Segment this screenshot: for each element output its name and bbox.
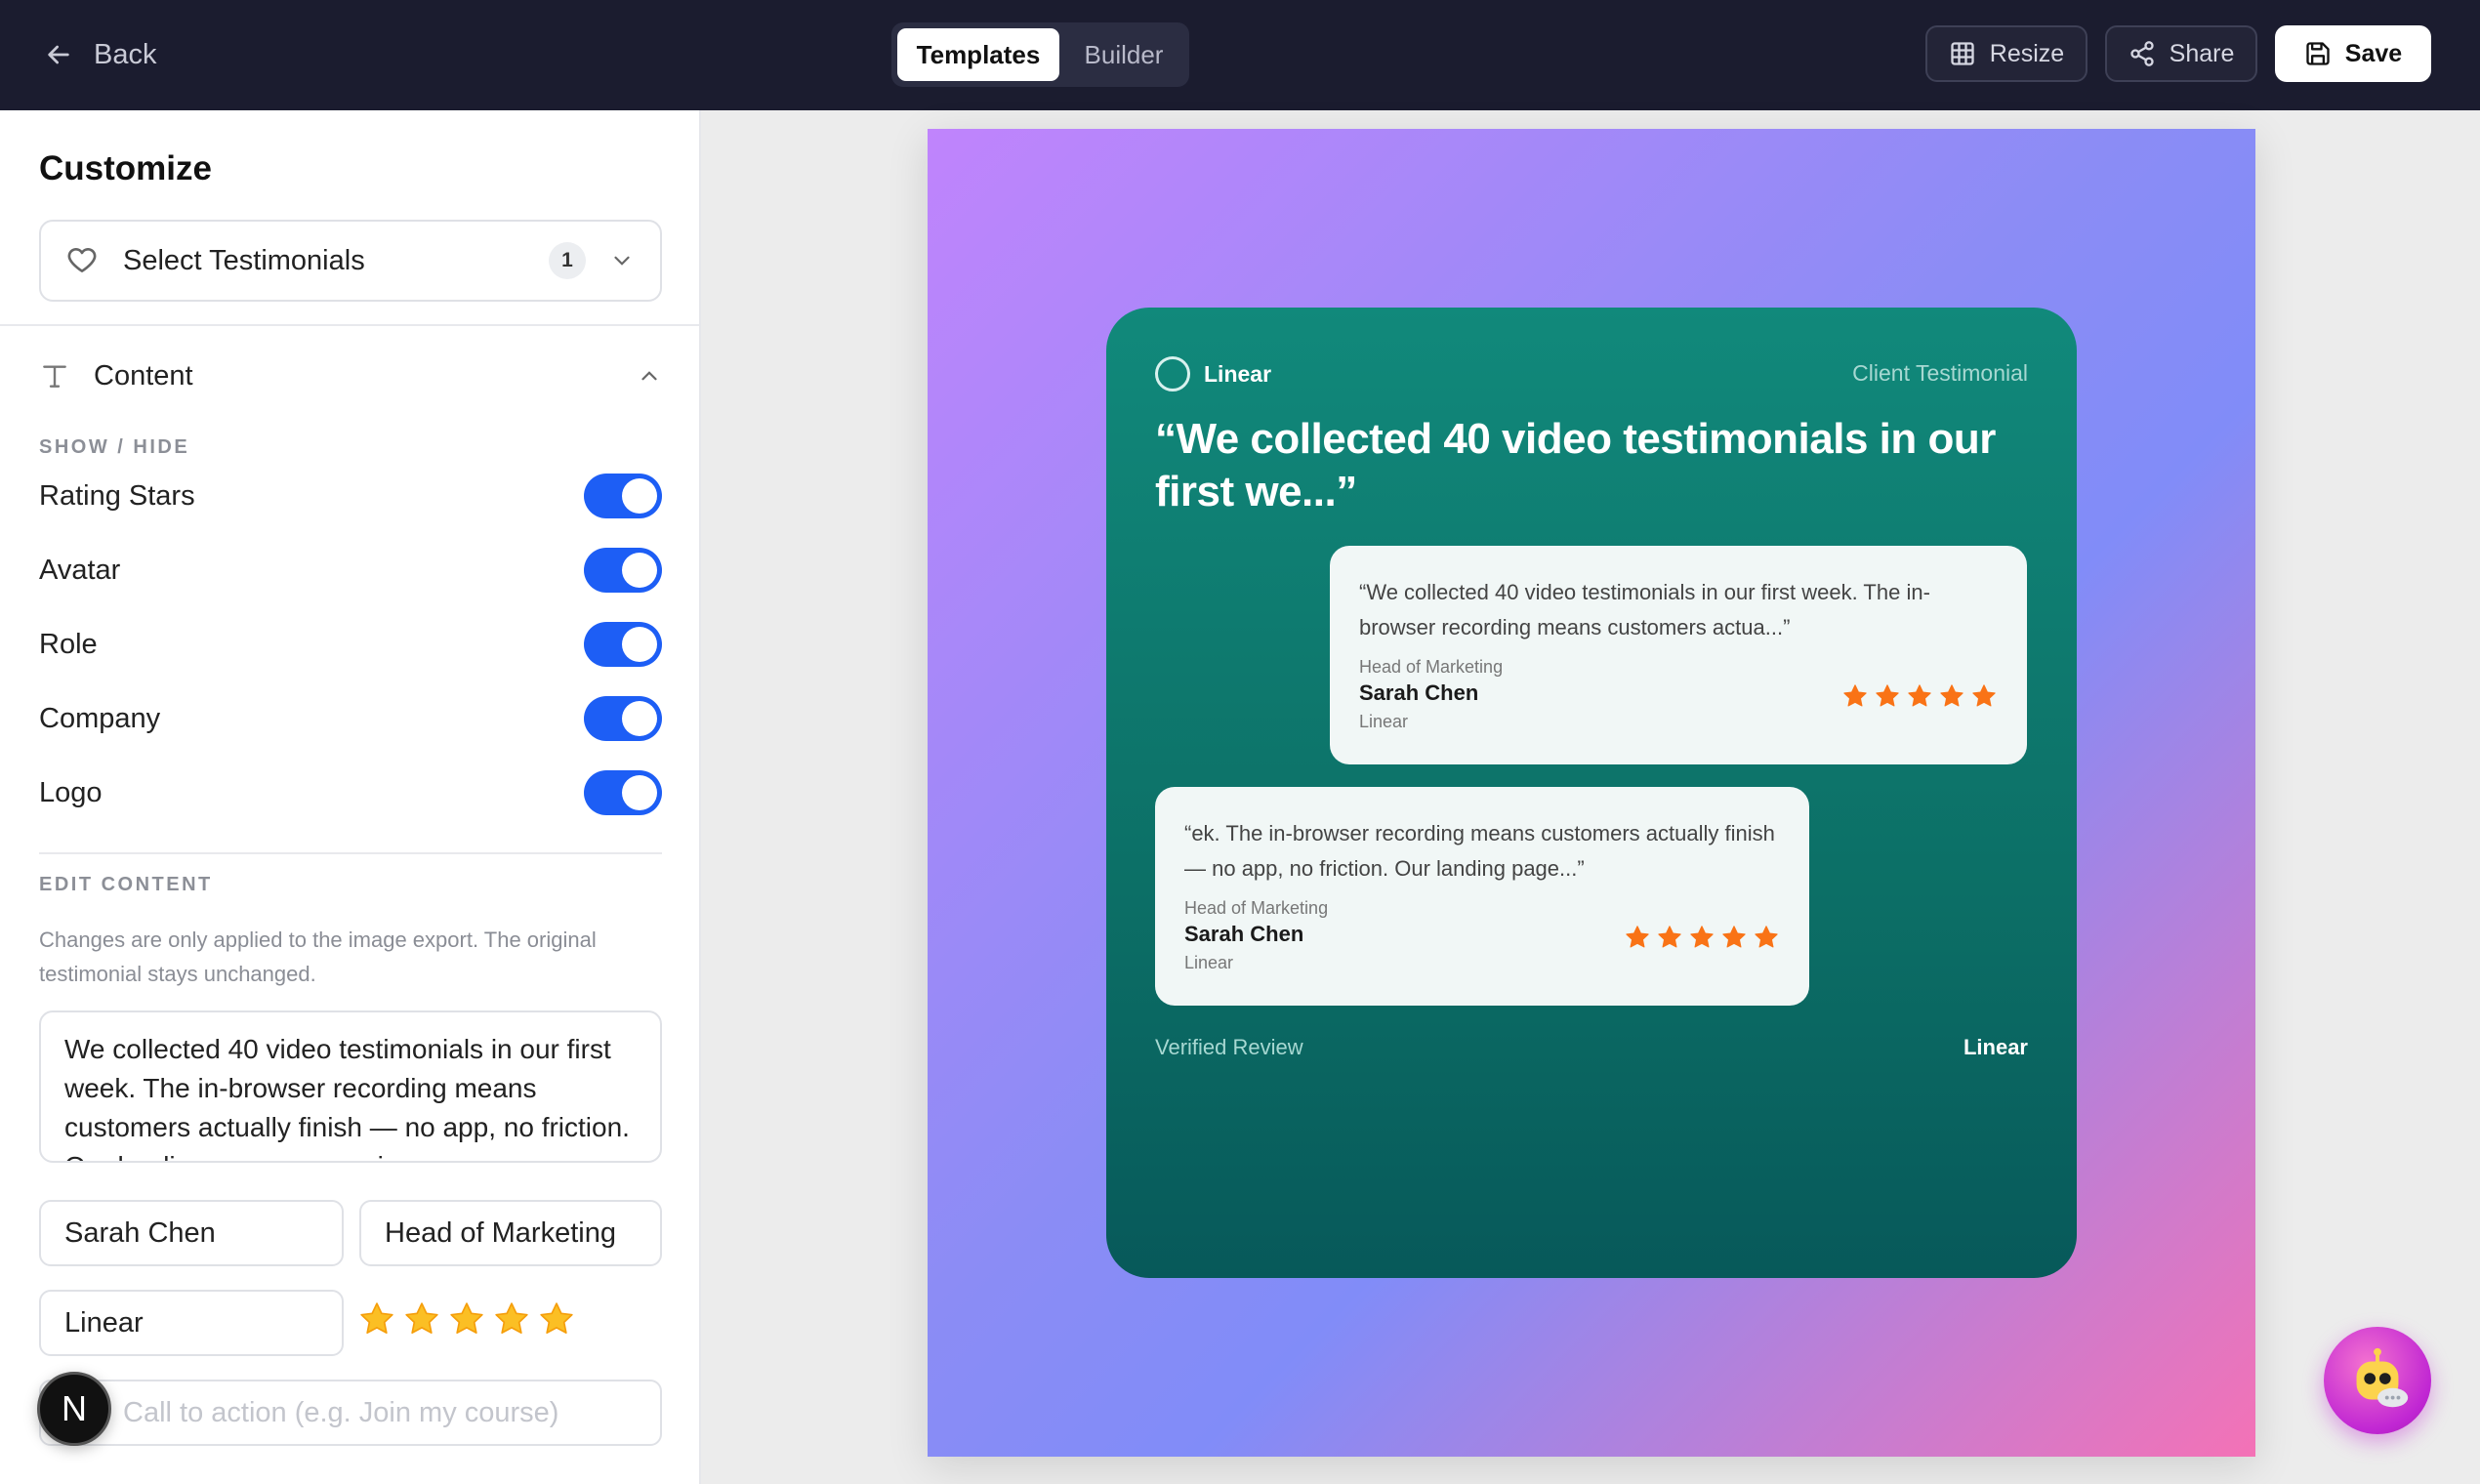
toggle-label: Avatar	[39, 554, 121, 586]
role-toggle[interactable]	[584, 622, 662, 667]
star-icon	[1690, 926, 1714, 948]
company-field[interactable]: Linear	[39, 1290, 344, 1356]
bubble-company: Linear	[1359, 712, 1409, 731]
tab-templates[interactable]: Templates	[897, 28, 1059, 81]
divider	[0, 324, 699, 326]
role-field[interactable]: Head of Marketing	[359, 1200, 662, 1266]
share-button[interactable]: Share	[2105, 25, 2257, 82]
save-button[interactable]: Save	[2275, 25, 2431, 82]
text-type-icon	[43, 365, 66, 388]
testimonial-text-area[interactable]: We collected 40 video testimonials in ou…	[39, 1010, 662, 1163]
toggle-label: Role	[39, 628, 98, 660]
star-icon	[1722, 926, 1746, 948]
select-testimonials-dropdown[interactable]: Select Testimonials 1	[39, 220, 662, 302]
toggle-row-role: Role	[39, 620, 662, 669]
star-icon[interactable]	[537, 1299, 576, 1339]
save-label: Save	[2344, 39, 2403, 67]
share-icon	[2129, 41, 2154, 66]
star-icon	[1940, 684, 1963, 707]
edit-content-help-text: Changes are only applied to the image ex…	[39, 928, 597, 986]
edit-content-heading: EDIT CONTENT	[39, 874, 213, 895]
view-switcher: Templates Builder	[891, 22, 1189, 87]
star-icon[interactable]	[402, 1299, 441, 1339]
avatar-toggle[interactable]	[584, 548, 662, 593]
bubble-role: Head of Marketing	[1359, 657, 1504, 677]
bubble-rating-stars	[1841, 682, 1998, 710]
assistant-chat-button[interactable]	[2324, 1327, 2431, 1434]
tab-builder[interactable]: Builder	[1063, 28, 1184, 81]
share-label: Share	[2169, 39, 2235, 67]
card-headline: “We collected 40 video testimonials in o…	[1155, 415, 1996, 515]
content-section-header[interactable]: Content	[39, 349, 662, 403]
toggle-label: Rating Stars	[39, 479, 195, 512]
customize-sidebar: Customize Select Testimonials 1 Content …	[0, 110, 701, 1484]
toggle-label: Company	[39, 702, 161, 734]
client-testimonial-label: Client Testimonial	[1852, 360, 2028, 386]
bubble-quote: “We collected 40 video testimonials in o…	[1359, 580, 1930, 639]
bubble-role: Head of Marketing	[1184, 898, 1329, 918]
call-to-action-field[interactable]: Call to action (e.g. Join my course)	[39, 1380, 662, 1446]
star-icon	[1626, 926, 1649, 948]
bubble-name: Sarah Chen	[1184, 922, 1304, 946]
back-button[interactable]: Back	[43, 31, 156, 78]
star-icon	[1843, 684, 1867, 707]
bubble-name: Sarah Chen	[1359, 680, 1479, 705]
resize-label: Resize	[1989, 39, 2065, 67]
star-icon[interactable]	[357, 1299, 396, 1339]
toggle-row-logo: Logo	[39, 768, 662, 817]
heart-icon	[67, 248, 97, 272]
top-bar: Back Templates Builder Resize Share Save	[0, 0, 2480, 110]
avatar-initial-badge[interactable]: N	[37, 1372, 111, 1446]
arrow-left-icon	[48, 45, 69, 64]
sidebar-title: Customize	[39, 149, 212, 187]
testimonial-bubble: “ek. The in-browser recording means cust…	[1155, 787, 1809, 1006]
star-icon	[1755, 926, 1778, 948]
card-footer-brand: Linear	[1963, 1035, 2028, 1059]
floppy-disk-icon	[2306, 42, 2330, 65]
logo-toggle[interactable]	[584, 770, 662, 815]
company-toggle[interactable]	[584, 696, 662, 741]
brand-name: Linear	[1204, 360, 1272, 387]
testimonial-card: Linear Client Testimonial “We collected …	[1106, 308, 2077, 1278]
verified-review-label: Verified Review	[1155, 1035, 1303, 1059]
bubble-company: Linear	[1184, 953, 1234, 972]
star-icon[interactable]	[492, 1299, 531, 1339]
star-icon	[1972, 684, 1996, 707]
rating-stars-toggle[interactable]	[584, 474, 662, 518]
grid-icon	[1951, 42, 1974, 65]
selected-count-badge: 1	[549, 242, 586, 279]
bubble-rating-stars	[1624, 924, 1780, 951]
toggle-row-avatar: Avatar	[39, 546, 662, 595]
divider	[39, 852, 662, 854]
show-hide-heading: SHOW / HIDE	[39, 436, 190, 458]
brand-logo-icon	[1155, 356, 1190, 392]
toggle-row-company: Company	[39, 694, 662, 743]
content-section-label: Content	[94, 359, 193, 392]
toggle-row-rating-stars: Rating Stars	[39, 472, 662, 520]
bubble-quote: “ek. The in-browser recording means cust…	[1184, 821, 1775, 881]
robot-chat-icon	[2356, 1347, 2409, 1408]
star-icon	[1908, 684, 1931, 707]
chevron-up-icon[interactable]	[637, 363, 662, 389]
star-icon	[1876, 684, 1899, 707]
name-field[interactable]: Sarah Chen	[39, 1200, 344, 1266]
card-brand: Linear	[1155, 356, 1271, 392]
back-label: Back	[94, 38, 157, 70]
preview-canvas: Linear Client Testimonial “We collected …	[928, 129, 2255, 1457]
toggle-label: Logo	[39, 776, 103, 808]
star-icon[interactable]	[447, 1299, 486, 1339]
testimonial-bubble: “We collected 40 video testimonials in o…	[1330, 546, 2027, 764]
chevron-down-icon	[614, 256, 630, 266]
resize-button[interactable]: Resize	[1925, 25, 2087, 82]
rating-stars-input[interactable]	[357, 1299, 576, 1339]
select-testimonials-label: Select Testimonials	[123, 244, 365, 276]
star-icon	[1658, 926, 1681, 948]
